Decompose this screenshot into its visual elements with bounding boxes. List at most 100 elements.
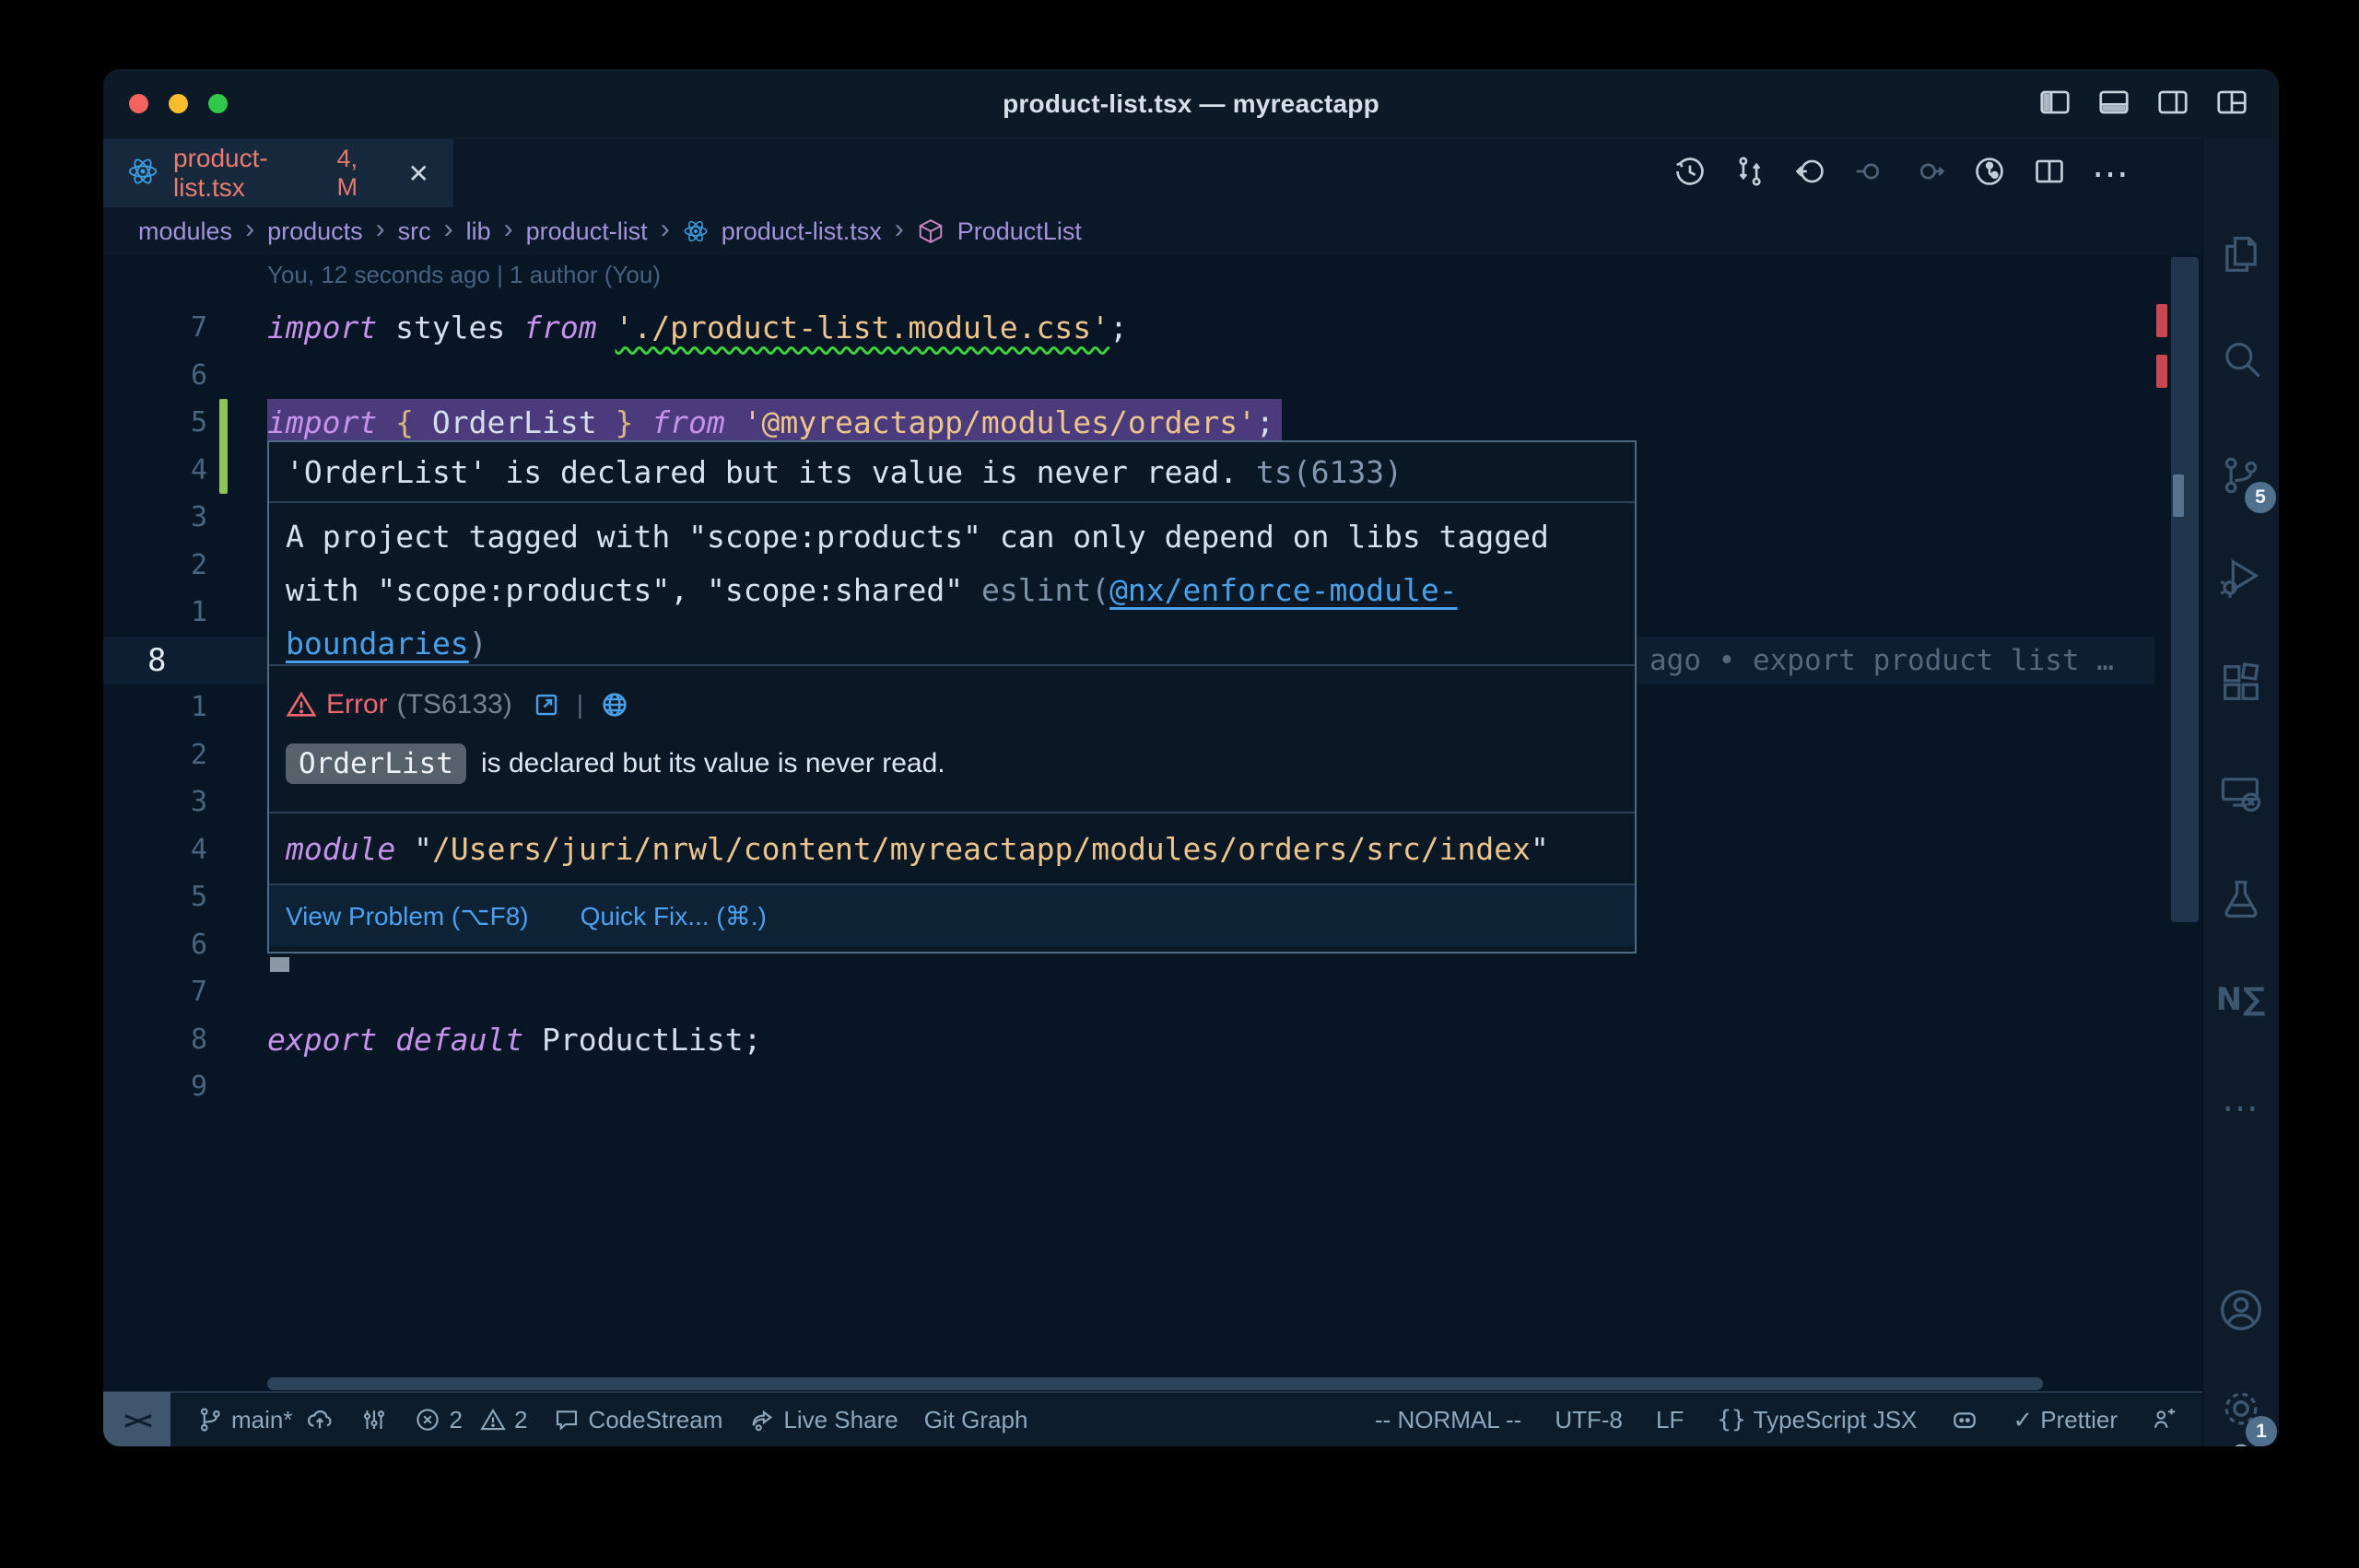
breadcrumb-file[interactable]: product-list.tsx — [722, 217, 882, 246]
timeline-icon[interactable] — [1672, 154, 1708, 193]
code-line[interactable]: 9 — [103, 1063, 2154, 1111]
code-line[interactable]: 8export default ProductList; — [103, 1016, 2154, 1064]
next-change-icon[interactable] — [1912, 154, 1947, 193]
code-token — [597, 404, 616, 440]
breadcrumb-separator: › — [504, 216, 513, 243]
search-icon[interactable] — [2217, 336, 2265, 389]
overview-error-mark — [2156, 355, 2167, 388]
code-token: boundaries — [286, 626, 469, 661]
code-token: " — [1531, 831, 1549, 867]
line-number: 8 — [103, 1016, 207, 1064]
horizontal-scrollbar[interactable] — [267, 1377, 2043, 1390]
code-token: from — [523, 310, 596, 345]
open-external-icon[interactable] — [533, 691, 560, 719]
customize-layout-icon[interactable] — [2214, 85, 2249, 120]
gitlens-mode-item[interactable] — [360, 1406, 388, 1433]
gutter-change-indicator — [219, 399, 228, 494]
previous-change-icon[interactable] — [1852, 154, 1887, 193]
inline-blame: ago • export product list … — [1649, 637, 2114, 685]
gitlens-codelens[interactable]: You, 12 seconds ago | 1 author (You) — [267, 261, 661, 289]
hover-error-label: Error — [326, 689, 388, 720]
line-number: 7 — [103, 968, 207, 1016]
explorer-icon[interactable] — [2217, 230, 2265, 283]
breadcrumb-product-list[interactable]: product-list — [526, 217, 648, 246]
code-line[interactable]: 7 — [103, 968, 2154, 1016]
toggle-panel-icon[interactable] — [2096, 85, 2131, 120]
compare-changes-icon[interactable] — [1732, 154, 1767, 193]
source-control-icon[interactable]: 5 — [2217, 451, 2265, 504]
view-problem-action[interactable]: View Problem (⌥F8) — [286, 901, 529, 931]
activity-bar: 5 N∑ ⋯ — [2202, 138, 2279, 1446]
code-token: import — [267, 404, 377, 440]
encoding-label: UTF-8 — [1555, 1406, 1623, 1434]
git-branch-item[interactable]: main* — [196, 1405, 334, 1434]
prettier-item[interactable]: ✓ Prettier — [2013, 1406, 2118, 1434]
minimize-window-button[interactable] — [169, 94, 188, 113]
globe-icon[interactable] — [600, 690, 629, 720]
breadcrumb-symbol[interactable]: ProductList — [957, 217, 1082, 246]
close-tab-icon[interactable]: ✕ — [408, 158, 429, 189]
breadcrumb-src[interactable]: src — [398, 217, 431, 246]
quick-fix-action[interactable]: Quick Fix... (⌘.) — [581, 901, 767, 931]
extensions-icon[interactable] — [2217, 659, 2265, 711]
additional-views-icon[interactable]: ⋯ — [2222, 1087, 2260, 1129]
live-share-label: Live Share — [783, 1406, 898, 1434]
copilot-icon — [1950, 1405, 1979, 1434]
discard-changes-icon[interactable] — [1792, 154, 1827, 193]
hover-ts-code: ts(6133) — [1256, 454, 1402, 490]
split-editor-icon[interactable] — [2032, 154, 2067, 193]
breadcrumb-products[interactable]: products — [267, 217, 363, 246]
toggle-secondary-sidebar-icon[interactable] — [2155, 85, 2190, 120]
copilot-item[interactable] — [1950, 1405, 1979, 1434]
account-icon[interactable] — [2216, 1285, 2266, 1340]
tab-product-list[interactable]: product-list.tsx 4, M ✕ — [103, 139, 453, 207]
code-token: /Users/juri/nrwl/content/myreactapp/modu… — [432, 831, 1531, 867]
vertical-scrollbar[interactable] — [2171, 257, 2199, 922]
eol-label: LF — [1656, 1406, 1684, 1434]
git-graph-action-icon[interactable] — [1972, 154, 2007, 193]
hover-module-path: module "/Users/juri/nrwl/content/myreact… — [269, 813, 1635, 885]
code-token: ; — [1109, 310, 1128, 345]
breadcrumb-lib[interactable]: lib — [466, 217, 491, 246]
code-token: ) — [469, 626, 487, 661]
run-debug-icon[interactable] — [2217, 553, 2265, 605]
breadcrumb-modules[interactable]: modules — [138, 217, 232, 246]
line-number: 7 — [103, 304, 207, 352]
problems-item[interactable]: 2 2 — [414, 1406, 527, 1434]
eol-item[interactable]: LF — [1656, 1406, 1684, 1434]
live-share-item[interactable]: Live Share — [748, 1406, 898, 1434]
more-actions-icon[interactable]: ⋯ — [2092, 153, 2130, 195]
code-line[interactable]: 6 — [103, 352, 2154, 400]
testing-icon[interactable] — [2217, 875, 2265, 928]
git-graph-label: Git Graph — [924, 1406, 1028, 1434]
feedback-item[interactable] — [2151, 1406, 2178, 1433]
hover-error-code: (TS6133) — [397, 689, 512, 720]
remote-explorer-icon[interactable] — [2217, 769, 2265, 822]
feedback-icon — [2151, 1406, 2178, 1433]
codestream-item[interactable]: CodeStream — [553, 1406, 722, 1434]
nx-console-icon[interactable]: N∑ — [2216, 981, 2267, 1018]
notifications-bell-icon[interactable] — [2222, 1439, 2260, 1446]
code-editor[interactable]: You, 12 seconds ago | 1 author (You) 7im… — [103, 255, 2202, 1391]
language-item[interactable]: {} TypeScript JSX — [1717, 1406, 1917, 1434]
encoding-item[interactable]: UTF-8 — [1555, 1406, 1623, 1434]
close-window-button[interactable] — [129, 94, 148, 113]
toggle-sidebar-icon[interactable] — [2037, 85, 2072, 120]
line-number: 4 — [103, 447, 207, 495]
scm-badge: 5 — [2245, 482, 2276, 513]
maximize-window-button[interactable] — [208, 94, 228, 113]
comment-icon — [553, 1406, 581, 1433]
line-number: 2 — [103, 731, 207, 779]
vim-mode-item[interactable]: -- NORMAL -- — [1375, 1406, 1521, 1434]
code-token — [377, 404, 395, 440]
code-line[interactable]: 7import styles from './product-list.modu… — [103, 304, 2154, 352]
code-token: } — [616, 404, 634, 440]
error-count: 2 — [449, 1406, 462, 1434]
settings-gear-icon[interactable]: 1 — [2216, 1384, 2266, 1438]
remote-indicator[interactable]: >< — [103, 1392, 170, 1446]
error-hover-tooltip: 'OrderList' is declared but its value is… — [267, 440, 1637, 954]
code-token: ProductList; — [523, 1022, 761, 1058]
hover-resize-grip[interactable] — [270, 957, 289, 972]
git-graph-item[interactable]: Git Graph — [924, 1406, 1028, 1434]
line-number: 1 — [103, 684, 207, 731]
